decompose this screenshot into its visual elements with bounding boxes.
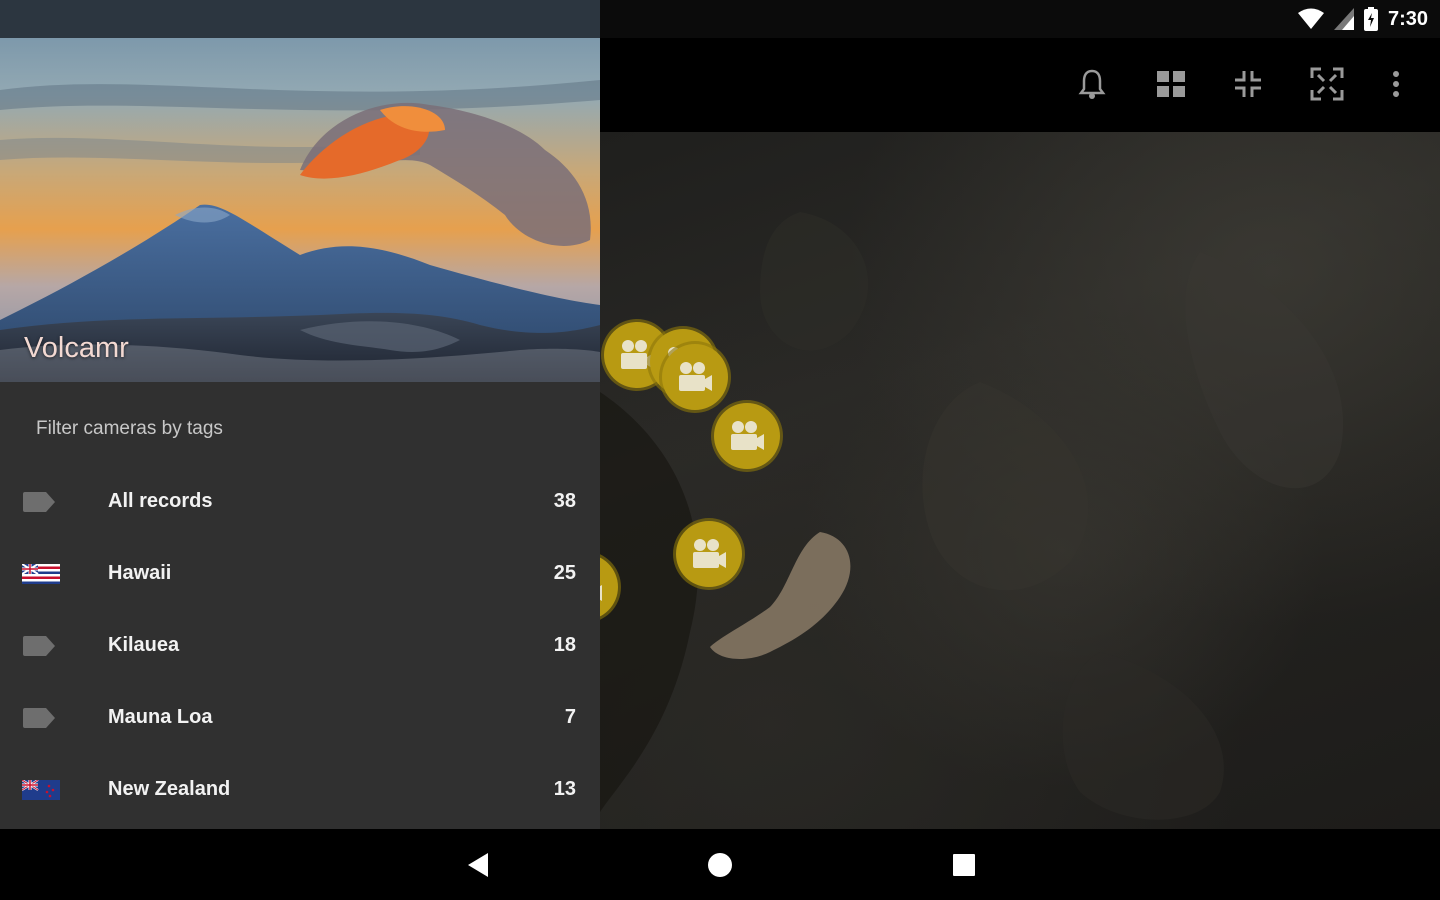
tag-icon bbox=[22, 632, 62, 660]
new-zealand-flag-icon bbox=[22, 776, 62, 804]
tag-count: 13 bbox=[553, 778, 576, 800]
navigation-drawer: Volcamr Filter cameras by tags All recor… bbox=[0, 0, 600, 829]
map-toolbar bbox=[600, 38, 1440, 132]
expand-icon[interactable] bbox=[1309, 66, 1345, 102]
tag-count: 25 bbox=[553, 562, 576, 584]
battery-icon bbox=[1363, 7, 1378, 31]
app-title: Volcamr bbox=[24, 332, 129, 364]
tag-label: Kilauea bbox=[108, 634, 180, 656]
collapse-icon[interactable] bbox=[1230, 66, 1266, 102]
clock: 7:30 bbox=[1387, 7, 1428, 30]
terrain-texture bbox=[600, 212, 1344, 820]
home-icon[interactable] bbox=[702, 847, 738, 883]
camera-marker[interactable] bbox=[714, 403, 780, 469]
system-nav-bar bbox=[0, 829, 1440, 900]
filter-header: Filter cameras by tags bbox=[36, 418, 223, 439]
drawer-header: Volcamr bbox=[0, 0, 600, 382]
tag-item-all-records[interactable]: All records 38 bbox=[0, 466, 600, 538]
grid-icon[interactable] bbox=[1153, 66, 1189, 102]
wifi-icon bbox=[1297, 8, 1324, 29]
more-vert-icon[interactable] bbox=[1378, 66, 1414, 102]
tag-label: New Zealand bbox=[108, 778, 231, 800]
tag-item-hawaii[interactable]: Hawaii 25 bbox=[0, 538, 600, 610]
camera-marker[interactable] bbox=[662, 344, 728, 410]
bell-icon[interactable] bbox=[1074, 66, 1110, 102]
tag-item-kilauea[interactable]: Kilauea 18 bbox=[0, 610, 600, 682]
tag-icon bbox=[22, 704, 62, 732]
tag-count: 7 bbox=[564, 706, 576, 728]
tag-label: Hawaii bbox=[108, 562, 172, 584]
tag-label: Mauna Loa bbox=[108, 706, 213, 728]
tag-label: All records bbox=[108, 490, 213, 512]
tag-count: 38 bbox=[553, 490, 576, 512]
volcano-header-image bbox=[0, 0, 600, 382]
camera-icon bbox=[693, 539, 726, 568]
tag-count: 18 bbox=[553, 634, 576, 656]
camera-icon bbox=[600, 585, 602, 601]
tag-item-new-zealand[interactable]: New Zealand 13 bbox=[0, 754, 600, 826]
status-icons: 7:30 bbox=[1297, 6, 1428, 32]
camera-marker[interactable] bbox=[676, 521, 742, 587]
tag-icon bbox=[22, 488, 62, 516]
tag-item-mauna-loa[interactable]: Mauna Loa 7 bbox=[0, 682, 600, 754]
back-icon[interactable] bbox=[460, 847, 496, 883]
recents-icon[interactable] bbox=[946, 847, 982, 883]
hawaii-flag-icon bbox=[22, 560, 62, 588]
satellite-map[interactable] bbox=[600, 132, 1440, 829]
cell-signal-icon bbox=[1333, 8, 1354, 30]
camera-icon bbox=[731, 421, 764, 450]
camera-icon bbox=[679, 362, 712, 391]
